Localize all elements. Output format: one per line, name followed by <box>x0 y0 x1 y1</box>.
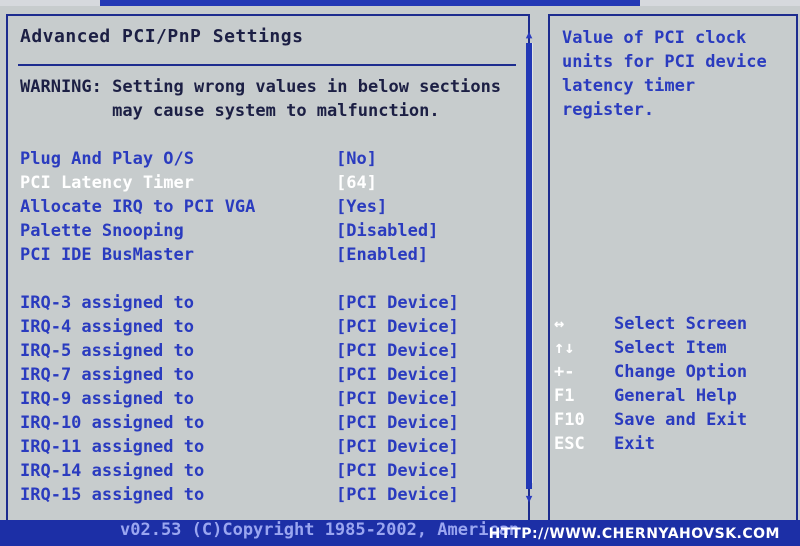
key-row-select-item: ↑↓ Select Item <box>554 338 790 362</box>
setting-label: Palette Snooping <box>20 221 184 241</box>
irq-label: IRQ-4 assigned to <box>20 317 194 337</box>
key-row-select-screen: ↔ Select Screen <box>554 314 790 338</box>
help-text: Value of PCI clock units for PCI device … <box>562 28 767 120</box>
top-bar-segment <box>0 0 100 6</box>
left-right-arrow-icon: ↔ <box>554 314 565 334</box>
scroll-down-arrow-icon[interactable]: ▼ <box>524 493 534 505</box>
scroll-up-arrow-icon[interactable]: ▲ <box>524 29 534 41</box>
key-row-change-option: +- Change Option <box>554 362 790 386</box>
plus-minus-icon: +- <box>554 362 575 382</box>
bios-screen: Advanced PCI/PnP Settings WARNING: Setti… <box>0 0 800 546</box>
irq-row-15[interactable]: IRQ-15 assigned to [PCI Device] <box>20 485 480 509</box>
irq-label: IRQ-3 assigned to <box>20 293 194 313</box>
irq-row-4[interactable]: IRQ-4 assigned to [PCI Device] <box>20 317 480 341</box>
irq-label: IRQ-15 assigned to <box>20 485 205 505</box>
warning-text: WARNING: Setting wrong values in below s… <box>20 75 501 123</box>
setting-label: PCI Latency Timer <box>20 173 194 193</box>
setting-row-palette-snooping[interactable]: Palette Snooping [Disabled] <box>20 221 480 245</box>
setting-label: PCI IDE BusMaster <box>20 245 194 265</box>
setting-row-pci-ide-busmaster[interactable]: PCI IDE BusMaster [Enabled] <box>20 245 480 269</box>
setting-value[interactable]: [Enabled] <box>336 245 428 265</box>
copyright-text: v02.53 (C)Copyright 1985-2002, American <box>120 520 520 540</box>
scroll-thumb[interactable] <box>526 43 532 489</box>
setting-row-plug-and-play[interactable]: Plug And Play O/S [No] <box>20 149 480 173</box>
irq-value[interactable]: [PCI Device] <box>336 389 459 409</box>
page-title: Advanced PCI/PnP Settings <box>20 26 304 47</box>
setting-row-allocate-irq-vga[interactable]: Allocate IRQ to PCI VGA [Yes] <box>20 197 480 221</box>
top-bar <box>0 0 800 6</box>
irq-label: IRQ-5 assigned to <box>20 341 194 361</box>
irq-label: IRQ-9 assigned to <box>20 389 194 409</box>
footer-bar: v02.53 (C)Copyright 1985-2002, American … <box>0 520 800 546</box>
irq-row-9[interactable]: IRQ-9 assigned to [PCI Device] <box>20 389 480 413</box>
top-bar-segment <box>640 0 800 6</box>
key-desc: Exit <box>614 434 655 454</box>
irq-label: IRQ-10 assigned to <box>20 413 205 433</box>
settings-panel: Advanced PCI/PnP Settings WARNING: Setti… <box>6 14 530 522</box>
key-desc: Save and Exit <box>614 410 748 430</box>
setting-value[interactable]: [Disabled] <box>336 221 438 241</box>
irq-value[interactable]: [PCI Device] <box>336 413 459 433</box>
irq-value[interactable]: [PCI Device] <box>336 461 459 481</box>
key-desc: Select Screen <box>614 314 748 334</box>
setting-value[interactable]: [No] <box>336 149 377 169</box>
warning-line-1: WARNING: Setting wrong values in below s… <box>20 77 502 97</box>
irq-value[interactable]: [PCI Device] <box>336 485 459 505</box>
irq-label: IRQ-14 assigned to <box>20 461 205 481</box>
irq-label: IRQ-7 assigned to <box>20 365 194 385</box>
irq-row-11[interactable]: IRQ-11 assigned to [PCI Device] <box>20 437 480 461</box>
irq-value[interactable]: [PCI Device] <box>336 341 459 361</box>
irq-label: IRQ-11 assigned to <box>20 437 205 457</box>
setting-value[interactable]: [64] <box>336 173 377 193</box>
key-desc: Select Item <box>614 338 727 358</box>
warning-line-2: may cause system to malfunction. <box>20 101 440 121</box>
irq-row-10[interactable]: IRQ-10 assigned to [PCI Device] <box>20 413 480 437</box>
irq-value[interactable]: [PCI Device] <box>336 293 459 313</box>
key-row-general-help: F1 General Help <box>554 386 790 410</box>
key-row-exit: ESC Exit <box>554 434 790 458</box>
scrollbar[interactable]: ▲ ▼ <box>524 29 534 505</box>
irq-row-5[interactable]: IRQ-5 assigned to [PCI Device] <box>20 341 480 365</box>
irq-row-3[interactable]: IRQ-3 assigned to [PCI Device] <box>20 293 480 317</box>
irq-row-14[interactable]: IRQ-14 assigned to [PCI Device] <box>20 461 480 485</box>
f10-key: F10 <box>554 410 585 430</box>
irq-value[interactable]: [PCI Device] <box>336 317 459 337</box>
setting-row-pci-latency-timer[interactable]: PCI Latency Timer [64] <box>20 173 480 197</box>
setting-label: Allocate IRQ to PCI VGA <box>20 197 256 217</box>
key-row-save-exit: F10 Save and Exit <box>554 410 790 434</box>
setting-value[interactable]: [Yes] <box>336 197 387 217</box>
key-desc: Change Option <box>614 362 748 382</box>
irq-row-7[interactable]: IRQ-7 assigned to [PCI Device] <box>20 365 480 389</box>
setting-label: Plug And Play O/S <box>20 149 194 169</box>
esc-key: ESC <box>554 434 585 454</box>
irq-value[interactable]: [PCI Device] <box>336 365 459 385</box>
up-down-arrow-icon: ↑↓ <box>554 338 575 358</box>
watermark-text: HTTP://WWW.CHERNYAHOVSK.COM <box>488 526 780 542</box>
key-desc: General Help <box>614 386 737 406</box>
irq-value[interactable]: [PCI Device] <box>336 437 459 457</box>
title-divider <box>18 64 516 66</box>
f1-key: F1 <box>554 386 575 406</box>
